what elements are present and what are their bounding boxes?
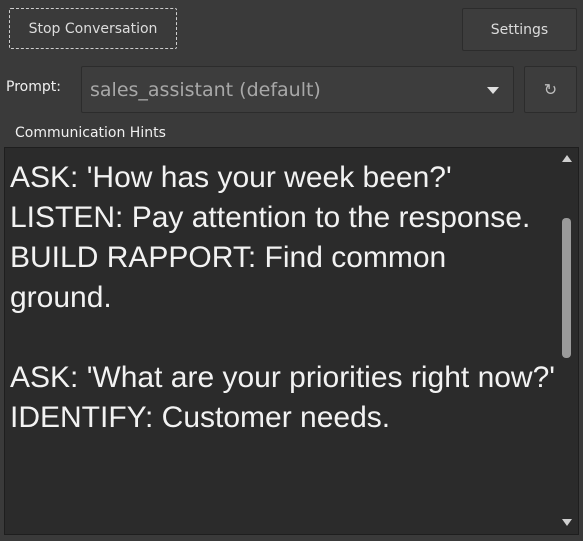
refresh-button[interactable]: ↻ (524, 66, 577, 113)
refresh-icon: ↻ (543, 80, 558, 99)
hints-text: ASK: 'How has your week been?' LISTEN: P… (10, 161, 556, 434)
chevron-down-icon (487, 87, 499, 94)
settings-button[interactable]: Settings (462, 8, 577, 51)
vertical-scrollbar[interactable] (556, 148, 578, 534)
communication-hints-textarea[interactable]: ASK: 'How has your week been?' LISTEN: P… (4, 147, 579, 535)
prompt-label: Prompt: (6, 79, 61, 95)
scroll-up-arrow-icon[interactable] (562, 155, 572, 162)
scroll-thumb[interactable] (562, 218, 571, 358)
communication-hints-label: Communication Hints (15, 125, 166, 141)
scroll-down-arrow-icon[interactable] (562, 519, 572, 526)
prompt-selected-value: sales_assistant (default) (90, 78, 321, 101)
stop-conversation-button[interactable]: Stop Conversation (9, 8, 177, 49)
prompt-select[interactable]: sales_assistant (default) (81, 66, 514, 113)
